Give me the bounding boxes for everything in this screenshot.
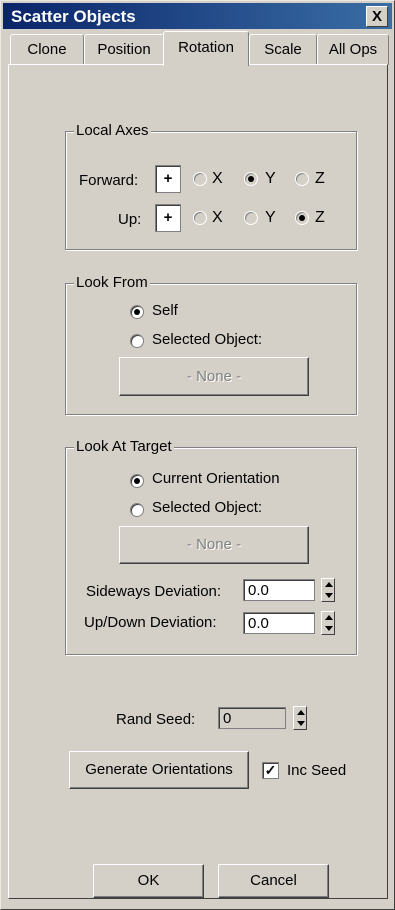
up-y-label: Y bbox=[265, 209, 276, 226]
close-button[interactable]: X bbox=[366, 6, 388, 27]
up-x-radio[interactable] bbox=[193, 211, 207, 225]
generate-orientations-button[interactable]: Generate Orientations bbox=[69, 751, 249, 789]
rand-seed-spinner[interactable] bbox=[293, 706, 307, 730]
forward-z-label: Z bbox=[315, 170, 325, 187]
tab-all-ops[interactable]: All Ops bbox=[317, 34, 389, 65]
look-from-object-button[interactable]: - None - bbox=[119, 357, 309, 396]
up-sign-button[interactable]: + bbox=[155, 204, 181, 232]
look-at-object-button[interactable]: - None - bbox=[119, 526, 309, 564]
local-axes-group: Local Axes bbox=[65, 122, 357, 250]
look-from-self-label: Self bbox=[152, 302, 178, 319]
window-title: Scatter Objects bbox=[11, 7, 136, 26]
up-x-label: X bbox=[212, 209, 223, 226]
look-at-selected-label: Selected Object: bbox=[152, 499, 263, 516]
look-at-target-label: Look At Target bbox=[74, 438, 174, 455]
forward-x-radio[interactable] bbox=[193, 172, 207, 186]
forward-label: Forward: bbox=[79, 172, 139, 189]
tab-scale[interactable]: Scale bbox=[249, 34, 317, 65]
ok-button[interactable]: OK bbox=[93, 864, 204, 898]
sideways-deviation-label: Sideways Deviation: bbox=[86, 583, 222, 600]
rand-seed-label: Rand Seed: bbox=[116, 711, 196, 728]
forward-x-label: X bbox=[212, 170, 223, 187]
tab-position[interactable]: Position bbox=[84, 34, 164, 65]
updown-deviation-input[interactable]: 0.0 bbox=[243, 612, 315, 634]
title-bar: Scatter Objects X bbox=[3, 3, 392, 29]
look-from-self-radio[interactable] bbox=[130, 305, 144, 319]
inc-seed-checkbox[interactable]: ✓ bbox=[262, 762, 279, 779]
tab-rotation[interactable]: Rotation bbox=[163, 31, 249, 66]
up-z-label: Z bbox=[315, 209, 325, 226]
look-from-selected-label: Selected Object: bbox=[152, 331, 263, 348]
forward-y-label: Y bbox=[265, 170, 276, 187]
updown-deviation-spinner[interactable] bbox=[321, 611, 335, 635]
tab-clone[interactable]: Clone bbox=[10, 34, 84, 65]
local-axes-label: Local Axes bbox=[74, 122, 151, 139]
look-from-selected-radio[interactable] bbox=[130, 334, 144, 348]
up-label: Up: bbox=[118, 211, 142, 228]
look-from-label: Look From bbox=[74, 274, 150, 291]
sideways-deviation-input[interactable]: 0.0 bbox=[243, 579, 315, 601]
forward-sign-button[interactable]: + bbox=[155, 165, 181, 193]
look-at-current-label: Current Orientation bbox=[152, 470, 280, 487]
inc-seed-label: Inc Seed bbox=[287, 762, 347, 779]
sideways-deviation-spinner[interactable] bbox=[321, 578, 335, 602]
forward-y-radio[interactable] bbox=[244, 172, 258, 186]
up-z-radio[interactable] bbox=[295, 211, 309, 225]
cancel-button[interactable]: Cancel bbox=[218, 864, 329, 898]
up-y-radio[interactable] bbox=[244, 211, 258, 225]
rand-seed-input[interactable]: 0 bbox=[218, 707, 286, 729]
forward-z-radio[interactable] bbox=[295, 172, 309, 186]
look-at-selected-radio[interactable] bbox=[130, 503, 144, 517]
look-at-current-radio[interactable] bbox=[130, 474, 144, 488]
updown-deviation-label: Up/Down Deviation: bbox=[84, 614, 217, 631]
